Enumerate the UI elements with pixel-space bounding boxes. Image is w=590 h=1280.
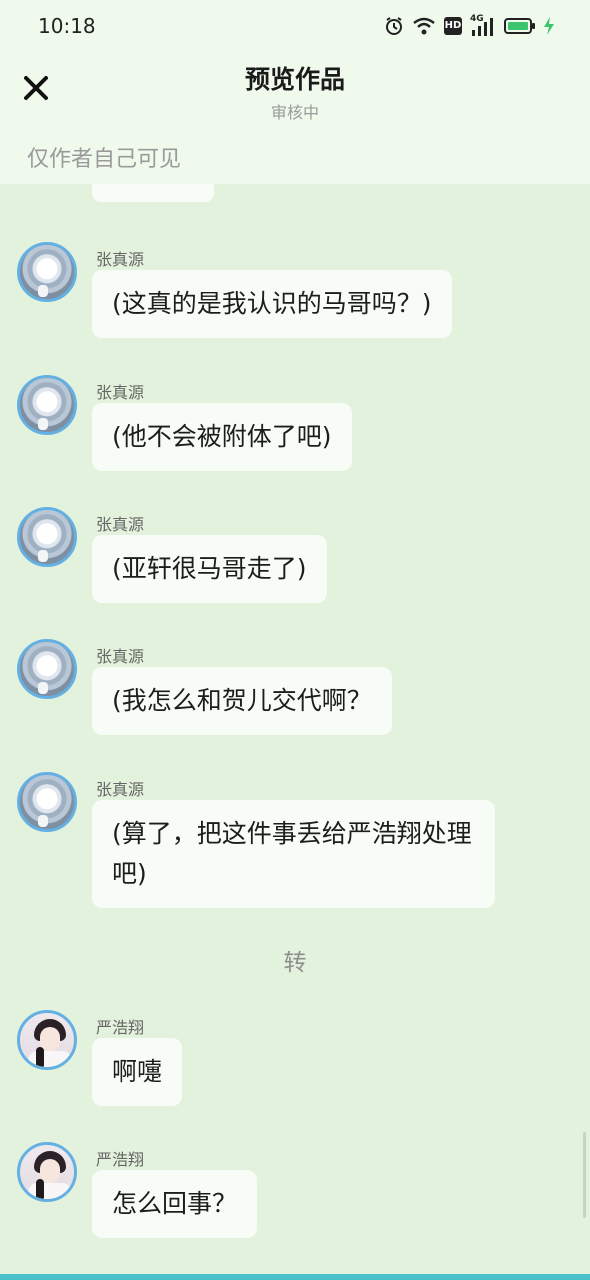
avatar[interactable]	[17, 375, 77, 435]
status-icons: HD 4G	[384, 14, 554, 38]
battery-icon	[504, 18, 535, 34]
sender-name: 严浩翔	[96, 1150, 145, 1169]
avatar[interactable]	[17, 242, 77, 302]
signal-4g-icon: 4G	[470, 14, 496, 36]
message-bubble: (算了，把这件事丢给严浩翔处理吧)	[92, 800, 495, 908]
message-bubble: 啊嚏	[92, 1038, 183, 1106]
message-bubble: (他不会被附体了吧)	[92, 403, 352, 471]
hd-icon: HD	[444, 17, 462, 35]
alarm-icon	[386, 17, 402, 35]
sender-name: 张真源	[96, 515, 145, 534]
scrollbar[interactable]	[583, 1132, 586, 1218]
message-bubble: 怎么回事？	[92, 1170, 258, 1238]
page-title: 预览作品	[244, 65, 345, 94]
message-bubble: (我怎么和贺儿交代啊？	[92, 667, 392, 735]
network-type-label: 4G	[470, 14, 484, 24]
review-status: 审核中	[270, 103, 319, 122]
scene-divider: 转	[283, 950, 307, 976]
avatar[interactable]	[17, 1010, 77, 1070]
message-bubble: (这真的是我认识的马哥吗？)	[92, 270, 452, 338]
bottom-accent-bar	[0, 1274, 590, 1280]
top-header: 10:18 HD 4G 预览作品 审核中 仅作者自己可见	[0, 0, 590, 184]
sender-name: 张真源	[96, 780, 145, 799]
sender-name: 严浩翔	[96, 1018, 145, 1037]
avatar[interactable]	[17, 772, 77, 832]
sender-name: 张真源	[96, 250, 145, 269]
message-bubble: (亚轩很马哥走了)	[92, 535, 327, 603]
avatar[interactable]	[17, 507, 77, 567]
sender-name: 张真源	[96, 647, 145, 666]
sender-name: 张真源	[96, 383, 145, 402]
avatar[interactable]	[17, 639, 77, 699]
avatar[interactable]	[17, 1142, 77, 1202]
status-bar: 10:18 HD 4G	[0, 0, 590, 52]
charging-icon	[544, 17, 554, 35]
status-time: 10:18	[38, 14, 96, 38]
visibility-note: 仅作者自己可见	[27, 147, 182, 172]
wifi-icon	[413, 17, 435, 35]
